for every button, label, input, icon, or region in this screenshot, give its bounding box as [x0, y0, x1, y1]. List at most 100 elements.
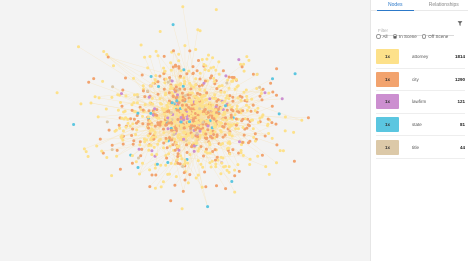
- graph-node-city[interactable]: [171, 65, 175, 69]
- graph-node-attorney[interactable]: [196, 28, 200, 32]
- graph-node-attorney[interactable]: [143, 103, 147, 107]
- graph-node-city[interactable]: [186, 93, 190, 97]
- graph-node-city[interactable]: [253, 132, 257, 136]
- graph-node-attorney[interactable]: [256, 106, 260, 110]
- graph-node-city[interactable]: [266, 117, 270, 121]
- node-color-swatch[interactable]: 1x: [376, 94, 399, 110]
- graph-node-city[interactable]: [189, 126, 193, 130]
- graph-node-city[interactable]: [261, 87, 265, 91]
- graph-node-city[interactable]: [213, 148, 217, 152]
- graph-node-lawfirm[interactable]: [202, 81, 206, 85]
- graph-node-attorney[interactable]: [175, 113, 179, 117]
- graph-node-attorney[interactable]: [148, 168, 152, 172]
- tab-nodes[interactable]: Nodes: [371, 0, 420, 11]
- graph-node-attorney[interactable]: [264, 165, 268, 169]
- graph-node-attorney[interactable]: [227, 97, 231, 101]
- graph-node-attorney[interactable]: [177, 133, 181, 137]
- graph-node-attorney[interactable]: [164, 139, 168, 143]
- graph-node-state[interactable]: [136, 111, 140, 115]
- graph-nodes[interactable]: [55, 5, 310, 211]
- graph-node-city[interactable]: [162, 54, 166, 58]
- graph-node-attorney[interactable]: [163, 81, 167, 85]
- graph-node-city[interactable]: [92, 77, 96, 81]
- graph-node-title[interactable]: [183, 94, 187, 98]
- graph-node-city[interactable]: [162, 87, 166, 91]
- graph-node-attorney[interactable]: [203, 94, 207, 98]
- graph-node-attorney[interactable]: [214, 8, 218, 12]
- graph-node-attorney[interactable]: [258, 116, 262, 120]
- graph-node-attorney[interactable]: [147, 148, 151, 152]
- graph-node-attorney[interactable]: [234, 78, 238, 81]
- graph-node-city[interactable]: [130, 108, 134, 112]
- graph-node-city[interactable]: [195, 69, 199, 73]
- graph-node-title[interactable]: [137, 156, 140, 160]
- graph-node-state[interactable]: [277, 112, 281, 116]
- graph-node-city[interactable]: [247, 141, 250, 145]
- graph-node-city[interactable]: [130, 134, 134, 137]
- graph-node-state[interactable]: [155, 162, 159, 166]
- graph-node-attorney[interactable]: [152, 145, 156, 149]
- graph-node-attorney[interactable]: [190, 133, 194, 137]
- graph-node-attorney[interactable]: [167, 101, 171, 105]
- graph-node-lawfirm[interactable]: [206, 124, 210, 128]
- graph-node-attorney[interactable]: [226, 122, 230, 126]
- graph-node-attorney[interactable]: [148, 129, 152, 133]
- graph-node-attorney[interactable]: [223, 110, 227, 114]
- graph-node-city[interactable]: [270, 104, 274, 108]
- graph-node-attorney[interactable]: [242, 90, 246, 94]
- graph-node-city[interactable]: [306, 116, 310, 120]
- graph-node-attorney[interactable]: [228, 125, 231, 129]
- graph-node-attorney[interactable]: [194, 77, 198, 81]
- graph-node-attorney[interactable]: [170, 91, 174, 94]
- graph-node-state[interactable]: [206, 205, 210, 209]
- graph-node-city[interactable]: [168, 136, 171, 140]
- graph-node-city[interactable]: [211, 150, 215, 153]
- graph-node-attorney[interactable]: [209, 66, 213, 70]
- graph-node-city[interactable]: [196, 135, 200, 139]
- graph-node-attorney[interactable]: [188, 111, 192, 115]
- graph-node-attorney[interactable]: [164, 77, 168, 81]
- graph-node-lawfirm[interactable]: [224, 74, 228, 78]
- graph-node-attorney[interactable]: [194, 101, 198, 105]
- graph-node-title[interactable]: [111, 85, 115, 89]
- graph-node-attorney[interactable]: [177, 59, 181, 63]
- graph-node-attorney[interactable]: [214, 96, 218, 100]
- graph-node-attorney[interactable]: [116, 93, 120, 97]
- graph-node-attorney[interactable]: [220, 84, 224, 88]
- graph-node-attorney[interactable]: [185, 125, 189, 129]
- graph-node-attorney[interactable]: [135, 128, 139, 132]
- graph-node-attorney[interactable]: [138, 143, 142, 147]
- graph-node-attorney[interactable]: [150, 123, 154, 127]
- graph-node-city[interactable]: [247, 124, 251, 128]
- graph-node-attorney[interactable]: [119, 101, 122, 104]
- graph-node-city[interactable]: [168, 76, 172, 80]
- graph-node-attorney[interactable]: [114, 128, 118, 132]
- graph-node-attorney[interactable]: [245, 103, 248, 107]
- graph-node-attorney[interactable]: [157, 116, 161, 120]
- graph-node-attorney[interactable]: [173, 120, 176, 124]
- graph-node-city[interactable]: [209, 76, 212, 80]
- graph-node-city[interactable]: [171, 94, 175, 98]
- graph-node-attorney[interactable]: [159, 101, 162, 105]
- graph-node-attorney[interactable]: [241, 126, 245, 129]
- graph-node-city[interactable]: [170, 128, 173, 132]
- graph-node-attorney[interactable]: [209, 131, 213, 135]
- graph-node-attorney[interactable]: [55, 91, 59, 95]
- graph-node-city[interactable]: [165, 156, 169, 160]
- graph-node-attorney[interactable]: [151, 135, 155, 139]
- graph-node-city[interactable]: [181, 99, 185, 102]
- graph-node-attorney[interactable]: [168, 172, 171, 176]
- graph-node-state[interactable]: [149, 111, 153, 115]
- graph-node-attorney[interactable]: [110, 174, 114, 178]
- graph-node-city[interactable]: [139, 154, 143, 158]
- graph-node-city[interactable]: [184, 108, 188, 112]
- graph-node-city[interactable]: [175, 95, 179, 99]
- graph-node-attorney[interactable]: [219, 90, 223, 94]
- graph-node-attorney[interactable]: [151, 128, 155, 132]
- graph-node-attorney[interactable]: [212, 76, 216, 80]
- graph-node-attorney[interactable]: [155, 153, 159, 156]
- graph-node-attorney[interactable]: [227, 103, 231, 107]
- graph-node-attorney[interactable]: [120, 134, 124, 138]
- graph-node-title[interactable]: [172, 133, 176, 137]
- graph-node-attorney[interactable]: [118, 126, 122, 130]
